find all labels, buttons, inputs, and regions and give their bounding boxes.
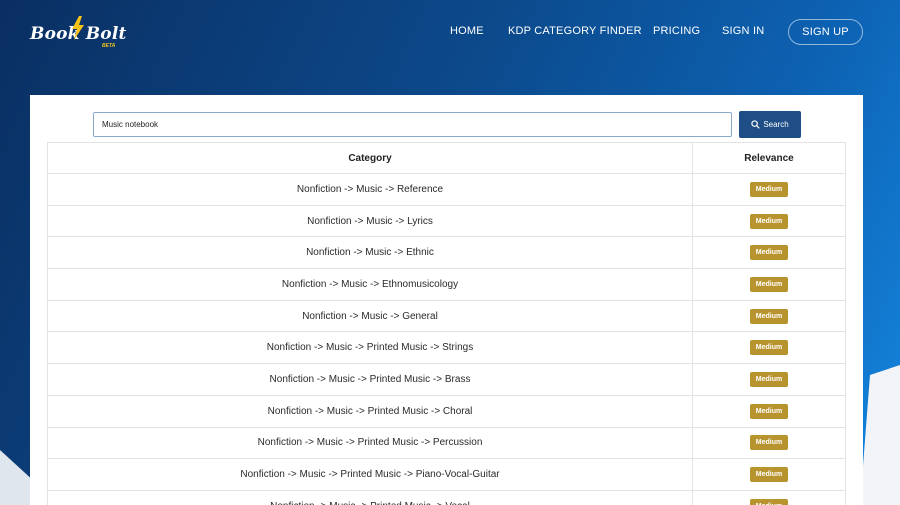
- relevance-cell: Medium: [693, 364, 845, 395]
- nav-home[interactable]: HOME: [450, 25, 484, 37]
- relevance-badge: Medium: [749, 371, 789, 387]
- column-header-relevance[interactable]: Relevance: [693, 143, 845, 173]
- relevance-cell: Medium: [693, 301, 845, 332]
- relevance-badge: Medium: [749, 276, 789, 292]
- search-input[interactable]: [93, 112, 732, 137]
- sign-up-button[interactable]: SIGN UP: [788, 19, 863, 45]
- column-header-category[interactable]: Category: [48, 143, 693, 173]
- table-row[interactable]: Nonfiction -> Music -> General Medium: [48, 299, 845, 332]
- table-row[interactable]: Nonfiction -> Music -> Printed Music -> …: [48, 394, 845, 427]
- relevance-badge: Medium: [749, 181, 789, 197]
- nav-sign-in[interactable]: SIGN IN: [722, 25, 764, 37]
- table-row[interactable]: Nonfiction -> Music -> Printed Music -> …: [48, 458, 845, 490]
- table-row[interactable]: Nonfiction -> Music -> Reference Medium: [48, 173, 845, 205]
- relevance-badge: Medium: [749, 308, 789, 324]
- search-button[interactable]: Search: [739, 111, 801, 138]
- relevance-cell: Medium: [693, 396, 845, 427]
- category-cell: Nonfiction -> Music -> Printed Music -> …: [48, 395, 693, 427]
- relevance-badge: Medium: [749, 498, 789, 505]
- relevance-cell: Medium: [693, 332, 845, 363]
- category-cell: Nonfiction -> Music -> Ethnomusicology: [48, 269, 693, 300]
- category-cell: Nonfiction -> Music -> Reference: [48, 174, 693, 205]
- relevance-badge: Medium: [749, 340, 789, 356]
- category-cell: Nonfiction -> Music -> Printed Music -> …: [48, 459, 693, 490]
- nav-pricing[interactable]: PRICING: [653, 25, 700, 37]
- category-cell: Nonfiction -> Music -> Printed Music -> …: [48, 490, 693, 505]
- relevance-cell: Medium: [693, 269, 845, 300]
- category-cell: Nonfiction -> Music -> Ethnic: [48, 237, 693, 269]
- table-row[interactable]: Nonfiction -> Music -> Printed Music -> …: [48, 363, 845, 395]
- relevance-cell: Medium: [693, 459, 845, 490]
- relevance-badge: Medium: [749, 403, 789, 419]
- relevance-badge: Medium: [749, 467, 789, 483]
- relevance-cell: Medium: [693, 206, 845, 237]
- category-finder-card: Search Category Relevance Nonfiction -> …: [30, 95, 863, 505]
- table-header-row: Category Relevance: [48, 142, 845, 173]
- table-row[interactable]: Nonfiction -> Music -> Printed Music -> …: [48, 331, 845, 364]
- nav-kdp-category-finder[interactable]: KDP CATEGORY FINDER: [508, 25, 642, 37]
- search-icon: [751, 120, 761, 129]
- relevance-badge: Medium: [749, 245, 789, 261]
- relevance-badge: Medium: [749, 213, 789, 229]
- category-cell: Nonfiction -> Music -> Printed Music -> …: [48, 332, 693, 364]
- category-table: Category Relevance Nonfiction -> Music -…: [47, 142, 846, 505]
- relevance-badge: Medium: [749, 435, 789, 451]
- brand-logo[interactable]: Book Bolt BETA: [30, 16, 126, 52]
- top-navbar: Book Bolt BETA HOME KDP CATEGORY FINDER …: [0, 0, 900, 64]
- search-button-label: Search: [763, 120, 789, 129]
- relevance-cell: Medium: [693, 174, 845, 205]
- table-row[interactable]: Nonfiction -> Music -> Lyrics Medium: [48, 204, 845, 237]
- table-row[interactable]: Nonfiction -> Music -> Printed Music -> …: [48, 489, 845, 505]
- relevance-cell: Medium: [693, 237, 845, 268]
- category-cell: Nonfiction -> Music -> Printed Music -> …: [48, 427, 693, 459]
- bolt-icon: [72, 16, 84, 40]
- category-cell: Nonfiction -> Music -> General: [48, 300, 693, 332]
- table-row[interactable]: Nonfiction -> Music -> Printed Music -> …: [48, 426, 845, 459]
- category-cell: Nonfiction -> Music -> Printed Music -> …: [48, 364, 693, 395]
- relevance-cell: Medium: [693, 491, 845, 505]
- table-row[interactable]: Nonfiction -> Music -> Ethnomusicology Me…: [48, 268, 845, 300]
- brand-beta-tag: BETA: [102, 43, 116, 49]
- relevance-cell: Medium: [693, 428, 845, 459]
- table-row[interactable]: Nonfiction -> Music -> Ethnic Medium: [48, 236, 845, 269]
- category-cell: Nonfiction -> Music -> Lyrics: [48, 205, 693, 237]
